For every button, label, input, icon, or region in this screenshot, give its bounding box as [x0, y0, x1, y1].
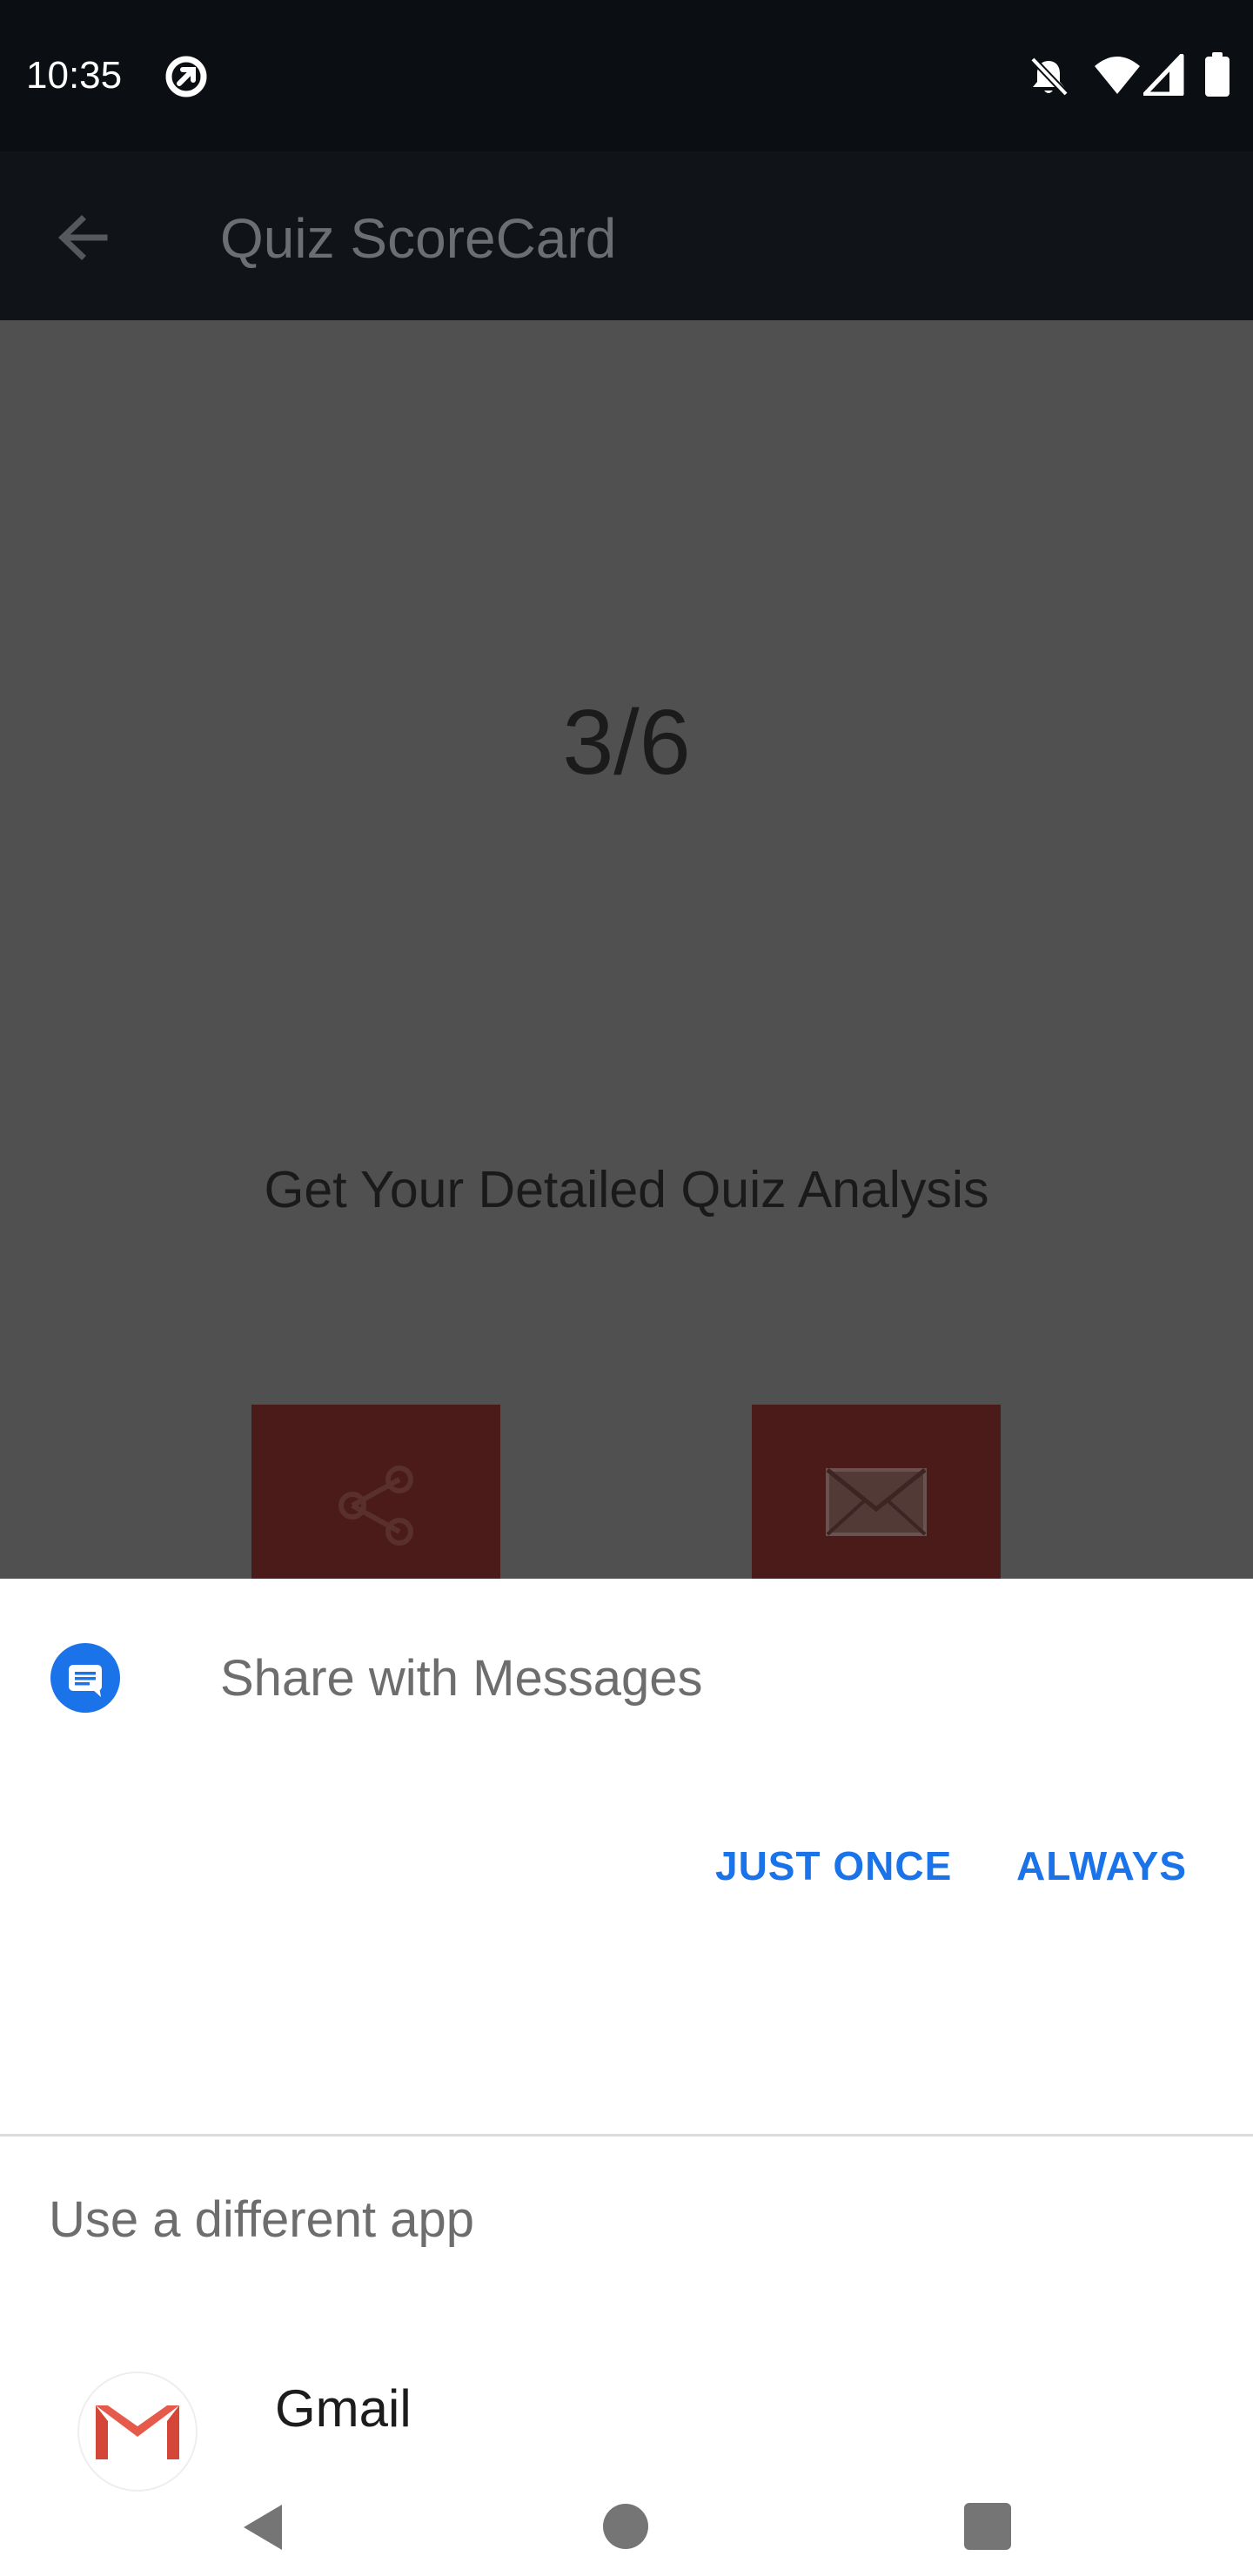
- app-list-item-gmail[interactable]: Gmail: [0, 2345, 1253, 2492]
- use-different-app-label: Use a different app: [49, 2191, 475, 2248]
- sheet-title: Share with Messages: [220, 1650, 703, 1707]
- battery-icon: [1205, 52, 1230, 97]
- page-title: Quiz ScoreCard: [220, 207, 617, 270]
- vpn-status-icon: [165, 56, 207, 97]
- back-button[interactable]: [44, 198, 122, 277]
- email-icon: [826, 1468, 927, 1536]
- gmail-icon: [77, 2371, 198, 2492]
- messages-app-icon: [50, 1643, 120, 1713]
- status-bar: 10:35: [0, 0, 1253, 151]
- app-bar: Quiz ScoreCard: [0, 151, 1253, 320]
- cell-signal-icon: [1143, 54, 1184, 96]
- always-button[interactable]: ALWAYS: [1016, 1840, 1187, 1892]
- scorecard-content: 3/6 Get Your Detailed Quiz Analysis: [0, 320, 1253, 1579]
- nav-back-icon[interactable]: [235, 2499, 291, 2555]
- notifications-off-icon: [1030, 57, 1069, 97]
- divider: [0, 2134, 1253, 2137]
- score-value: 3/6: [562, 691, 691, 794]
- status-time: 10:35: [26, 54, 123, 97]
- arrow-back-icon: [57, 215, 108, 260]
- analysis-text: Get Your Detailed Quiz Analysis: [264, 1161, 989, 1218]
- share-sheet: Share with Messages JUST ONCE ALWAYS Use…: [0, 1579, 1253, 2492]
- wifi-icon: [1095, 57, 1140, 94]
- nav-recents-icon[interactable]: [962, 2501, 1013, 2552]
- share-button[interactable]: [251, 1405, 500, 1579]
- nav-home-icon[interactable]: [600, 2501, 651, 2552]
- share-icon: [338, 1466, 413, 1546]
- email-button[interactable]: [752, 1405, 1001, 1579]
- just-once-button[interactable]: JUST ONCE: [715, 1840, 952, 1892]
- app-name-label: Gmail: [275, 2379, 412, 2438]
- navigation-bar: [0, 2492, 1253, 2576]
